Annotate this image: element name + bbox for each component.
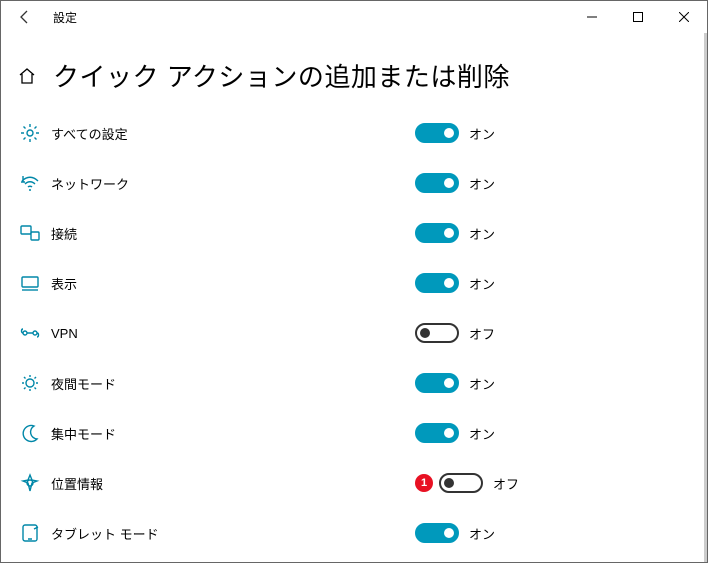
toggle-knob bbox=[444, 278, 454, 288]
toggle-connect[interactable] bbox=[415, 223, 459, 243]
toggle-knob bbox=[444, 478, 454, 488]
tablet-icon bbox=[15, 523, 45, 543]
quick-action-label: 位置情報 bbox=[51, 474, 693, 493]
toggle-state-label: オン bbox=[469, 274, 495, 293]
scrollbar[interactable] bbox=[704, 33, 707, 562]
vpn-icon bbox=[15, 323, 45, 343]
minimize-button[interactable] bbox=[569, 1, 615, 33]
toggle-area: 1 オフ bbox=[415, 473, 519, 493]
toggle-area: オフ bbox=[415, 323, 495, 343]
quick-action-label: 表示 bbox=[51, 274, 693, 293]
toggle-state-label: オフ bbox=[493, 474, 519, 493]
toggle-knob bbox=[444, 528, 454, 538]
toggle-state-label: オン bbox=[469, 224, 495, 243]
connect-icon bbox=[15, 223, 45, 243]
toggle-project[interactable] bbox=[415, 273, 459, 293]
toggle-knob bbox=[444, 428, 454, 438]
toggle-area: オン bbox=[415, 423, 495, 443]
content-area: クイック アクションの追加または削除 すべての設定オンネットワークオン接続オン表… bbox=[1, 33, 707, 562]
toggle-knob bbox=[444, 228, 454, 238]
title-bar: 設定 bbox=[1, 1, 707, 33]
toggle-tablet-mode[interactable] bbox=[415, 523, 459, 543]
gear-icon bbox=[15, 123, 45, 143]
project-icon bbox=[15, 273, 45, 293]
toggle-area: オン bbox=[415, 523, 495, 543]
toggle-area: オン bbox=[415, 123, 495, 143]
toggle-knob bbox=[420, 328, 430, 338]
toggle-knob bbox=[444, 128, 454, 138]
annotation-badge: 1 bbox=[415, 474, 433, 492]
quick-action-label: タブレット モード bbox=[51, 524, 693, 543]
toggle-state-label: オフ bbox=[469, 324, 495, 343]
toggle-network[interactable] bbox=[415, 173, 459, 193]
quick-action-row-project: 表示オン bbox=[15, 258, 693, 308]
quick-action-label: 集中モード bbox=[51, 424, 693, 443]
toggle-night-light[interactable] bbox=[415, 373, 459, 393]
quick-action-row-connect: 接続オン bbox=[15, 208, 693, 258]
night-icon bbox=[15, 373, 45, 393]
toggle-vpn[interactable] bbox=[415, 323, 459, 343]
quick-actions-list: すべての設定オンネットワークオン接続オン表示オンVPNオフ夜間モードオン集中モー… bbox=[1, 108, 707, 558]
quick-action-label: ネットワーク bbox=[51, 174, 693, 193]
toggle-state-label: オン bbox=[469, 524, 495, 543]
close-button[interactable] bbox=[661, 1, 707, 33]
location-icon bbox=[15, 473, 45, 493]
quick-action-row-vpn: VPNオフ bbox=[15, 308, 693, 358]
toggle-state-label: オン bbox=[469, 124, 495, 143]
toggle-knob bbox=[444, 378, 454, 388]
window-title: 設定 bbox=[49, 9, 77, 26]
quick-action-row-network: ネットワークオン bbox=[15, 158, 693, 208]
page-header: クイック アクションの追加または削除 bbox=[1, 51, 707, 108]
toggle-state-label: オン bbox=[469, 174, 495, 193]
quick-action-label: すべての設定 bbox=[51, 124, 693, 143]
quick-action-row-night-light: 夜間モードオン bbox=[15, 358, 693, 408]
quick-action-label: 接続 bbox=[51, 224, 693, 243]
toggle-all-settings[interactable] bbox=[415, 123, 459, 143]
quick-action-row-tablet-mode: タブレット モードオン bbox=[15, 508, 693, 558]
quick-action-row-focus-assist: 集中モードオン bbox=[15, 408, 693, 458]
toggle-focus-assist[interactable] bbox=[415, 423, 459, 443]
quick-action-row-all-settings: すべての設定オン bbox=[15, 108, 693, 158]
toggle-area: オン bbox=[415, 173, 495, 193]
toggle-state-label: オン bbox=[469, 374, 495, 393]
quick-action-row-location: 位置情報1 オフ bbox=[15, 458, 693, 508]
toggle-location[interactable] bbox=[439, 473, 483, 493]
maximize-button[interactable] bbox=[615, 1, 661, 33]
toggle-state-label: オン bbox=[469, 424, 495, 443]
page-title: クイック アクションの追加または削除 bbox=[53, 57, 510, 94]
back-button[interactable] bbox=[1, 1, 49, 33]
toggle-knob bbox=[444, 178, 454, 188]
quick-action-label: 夜間モード bbox=[51, 374, 693, 393]
toggle-area: オン bbox=[415, 373, 495, 393]
toggle-area: オン bbox=[415, 273, 495, 293]
toggle-area: オン bbox=[415, 223, 495, 243]
moon-icon bbox=[15, 423, 45, 443]
wifi-icon bbox=[15, 173, 45, 193]
quick-action-label: VPN bbox=[51, 326, 693, 341]
home-icon[interactable] bbox=[15, 66, 39, 86]
